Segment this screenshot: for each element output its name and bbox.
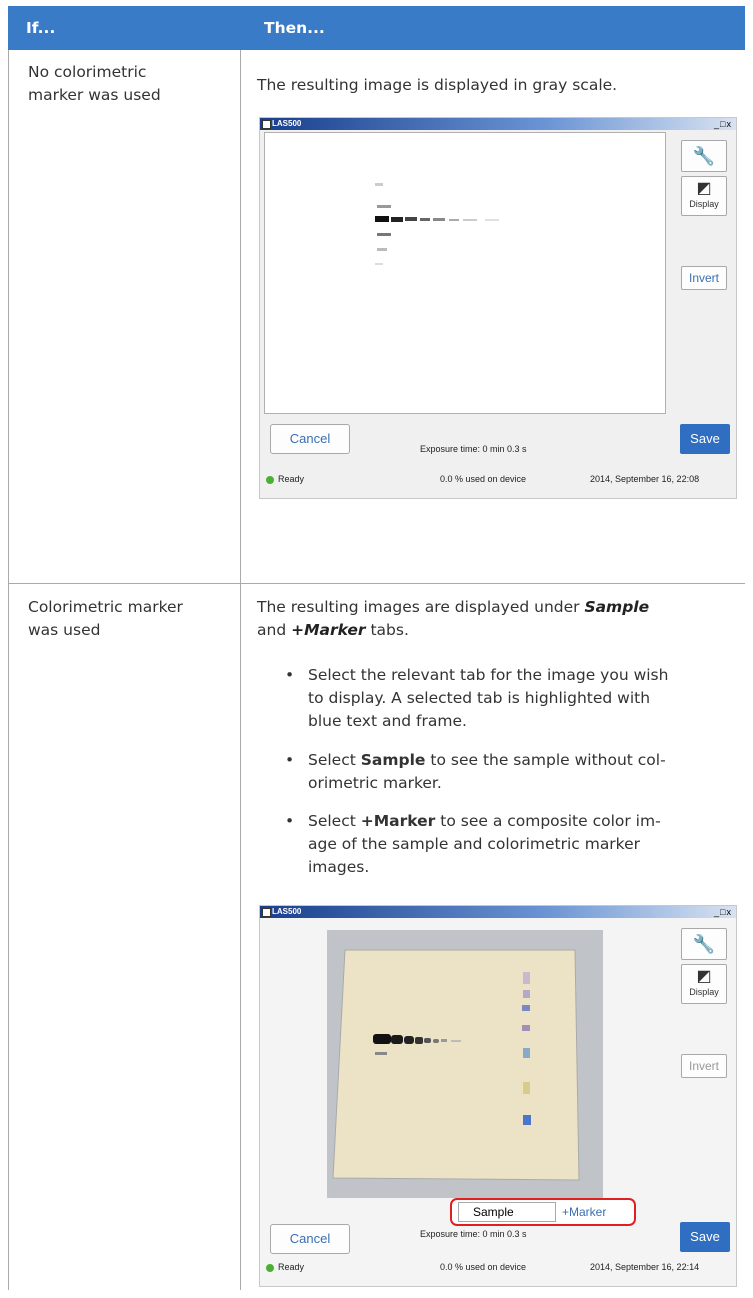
display-button[interactable]: ◩ Display [681,964,727,1004]
window-title: LAS500 [272,907,302,916]
display-label: Display [689,199,719,209]
title-bar: LAS500 _□x [260,906,736,918]
exposure-time: Exposure time: 0 min 0.3 s [420,1229,527,1239]
row2-condition: Colorimetric marker was used [28,598,183,639]
status-text: Ready [278,474,305,484]
invert-button[interactable]: Invert [681,1054,727,1078]
display-icon: ◩ [696,180,712,197]
tab-marker[interactable]: +Marker [562,1203,606,1221]
bullet-icon: • [285,666,295,684]
window-title: LAS500 [272,119,302,128]
tab-sample[interactable]: Sample [458,1202,556,1222]
device-usage: 0.0 % used on device [440,1262,527,1272]
row1-condition: No colorimetric marker was used [28,63,161,104]
table-column-divider [240,50,241,1290]
row2-intro: The resulting images are displayed under… [257,598,650,639]
row-divider [8,583,745,584]
window-controls[interactable]: _□x [714,906,732,918]
save-button[interactable]: Save [680,424,730,454]
tab-highlight: Sample +Marker [450,1198,636,1226]
app-icon [262,120,271,129]
las500-window-grayscale: LAS500 _□x 🔧 ◩ Display Invert Cancel Exp… [259,117,737,499]
table-left-border [8,50,9,1290]
display-label: Display [689,987,719,997]
settings-wrench-button[interactable]: 🔧 [681,140,727,172]
device-usage: 0.0 % used on device [440,474,527,484]
table-header: If... Then... [8,6,745,50]
wrench-icon: 🔧 [692,934,716,954]
bullet-select-marker: Select +Marker to see a composite color … [308,812,661,876]
row1-result: The resulting image is displayed in gray… [257,76,618,94]
settings-wrench-button[interactable]: 🔧 [681,928,727,960]
bullet-select-tab: Select the relevant tab for the image yo… [308,666,669,730]
bullet-icon: • [285,751,295,769]
datetime: 2014, September 16, 22:14 [590,1262,700,1272]
gel-image [375,183,499,265]
column-header-if: If... [26,19,56,37]
save-button[interactable]: Save [680,1222,730,1252]
display-button[interactable]: ◩ Display [681,176,727,216]
status-indicator-icon [266,1264,274,1272]
wrench-icon: 🔧 [692,146,716,166]
exposure-time: Exposure time: 0 min 0.3 s [420,444,527,454]
invert-button[interactable]: Invert [681,266,727,290]
status-text: Ready [278,1262,305,1272]
bullet-select-sample: Select Sample to see the sample without … [308,751,666,792]
grayscale-bands [375,183,499,265]
las500-window-marker: LAS500 _□x 🔧 ◩ Display Invert Sample +Ma… [259,905,737,1287]
display-icon: ◩ [696,968,712,985]
status-indicator-icon [266,476,274,484]
app-icon [262,908,271,917]
cancel-button[interactable]: Cancel [270,1224,350,1254]
bullet-icon: • [285,812,295,830]
title-bar: LAS500 _□x [260,118,736,130]
gel-photo [332,949,580,1181]
window-controls[interactable]: _□x [714,118,732,130]
image-canvas [264,132,666,414]
image-canvas [327,930,603,1198]
column-header-then: Then... [264,19,325,37]
datetime: 2014, September 16, 22:08 [590,474,700,484]
cancel-button[interactable]: Cancel [270,424,350,454]
